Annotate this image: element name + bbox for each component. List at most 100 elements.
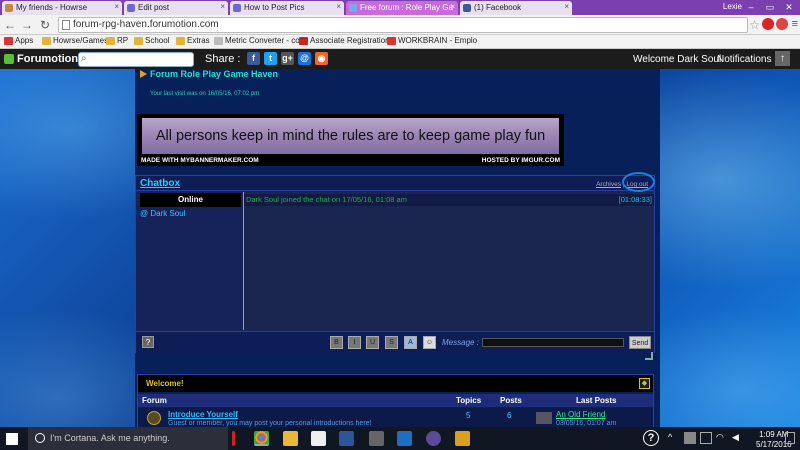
message-input[interactable]: [482, 338, 624, 347]
chevron-up-icon[interactable]: ^: [668, 432, 680, 444]
banner-text: All persons keep in mind the rules are t…: [142, 118, 559, 154]
email-icon[interactable]: @: [298, 52, 311, 65]
highlight-circle: [622, 172, 655, 192]
smiley-icon[interactable]: ☺: [423, 336, 436, 349]
color-button[interactable]: A: [404, 336, 417, 349]
reload-icon[interactable]: ↻: [38, 18, 52, 32]
app-icon[interactable]: [369, 431, 384, 446]
tray-icon[interactable]: [684, 432, 696, 444]
bookmark-apps[interactable]: Apps: [4, 36, 33, 45]
file-explorer-icon[interactable]: [283, 431, 298, 446]
maximize-icon[interactable]: ▭: [761, 0, 779, 14]
forum-link[interactable]: Introduce Yourself: [168, 410, 238, 419]
windows-start-icon[interactable]: [6, 433, 18, 445]
forum-page: Forum Role Play Game Haven Your last vis…: [0, 69, 800, 427]
twitter-icon[interactable]: t: [264, 52, 277, 65]
online-user[interactable]: @ Dark Soul: [140, 209, 185, 218]
cortana-icon: [35, 433, 45, 443]
app-icon[interactable]: [426, 431, 441, 446]
table-header: Forum Topics Posts Last Posts: [138, 394, 653, 407]
bookmark-star-icon[interactable]: ☆: [749, 18, 760, 32]
page-favicon-icon: [127, 4, 135, 12]
close-icon[interactable]: ×: [564, 2, 569, 11]
last-post-date: 03/05/16, 01:07 am: [556, 420, 617, 427]
bold-button[interactable]: B: [330, 336, 343, 349]
bookmark-metric-converter[interactable]: Metric Converter - co: [214, 36, 300, 45]
chatbox: Chatbox Archives | Log out Online @ Dark…: [135, 172, 655, 353]
archives-link[interactable]: Archives: [596, 181, 621, 188]
last-post-link[interactable]: An Old Friend: [556, 410, 605, 419]
underline-button[interactable]: U: [366, 336, 379, 349]
banner-credit-left: MADE WITH MYBANNERMAKER.COM: [141, 157, 259, 164]
wifi-icon[interactable]: ◠: [716, 432, 728, 444]
topics-count: 5: [466, 411, 471, 420]
search-input[interactable]: ⌕: [78, 52, 194, 67]
settings-icon[interactable]: [311, 431, 326, 446]
close-icon[interactable]: ×: [336, 2, 341, 11]
close-icon[interactable]: ×: [114, 2, 119, 11]
task-view-icon[interactable]: [232, 431, 235, 446]
app-icon[interactable]: [397, 431, 412, 446]
bookmark-rp[interactable]: RP: [106, 36, 128, 45]
minimize-icon[interactable]: –: [742, 0, 760, 14]
word-icon[interactable]: [339, 431, 354, 446]
app-icon[interactable]: [455, 431, 470, 446]
battery-icon[interactable]: [700, 432, 712, 444]
scroll-top-icon[interactable]: ↑: [775, 51, 790, 66]
page-icon: [387, 37, 396, 45]
adblock-icon[interactable]: [776, 18, 788, 30]
cortana-search[interactable]: I'm Cortana. Ask me anything.: [28, 427, 228, 450]
bookmark-howrse-games[interactable]: Howrse/Games: [42, 36, 108, 45]
chrome-icon[interactable]: [254, 431, 269, 446]
back-icon[interactable]: ←: [3, 18, 17, 32]
italic-button[interactable]: I: [348, 336, 361, 349]
close-window-icon[interactable]: ✕: [780, 0, 798, 14]
close-icon[interactable]: ×: [450, 2, 455, 11]
facebook-favicon-icon: [463, 4, 471, 12]
close-icon[interactable]: ×: [220, 2, 225, 11]
bookmark-extras[interactable]: Extras: [176, 36, 210, 45]
resize-handle-icon[interactable]: [645, 352, 653, 360]
bookmark-workbrain[interactable]: WORKBRAIN - Emplo: [387, 36, 477, 45]
rss-icon[interactable]: ◉: [315, 52, 328, 65]
forumotion-logo[interactable]: Forumotion: [4, 53, 78, 65]
help-button[interactable]: ?: [142, 336, 154, 348]
tab-edit-post[interactable]: Edit post ×: [124, 1, 228, 15]
googleplus-icon[interactable]: g+: [281, 52, 294, 65]
url-field[interactable]: forum-rpg-haven.forumotion.com: [58, 17, 748, 33]
forumotion-toolbar: Forumotion ⌕ Share : f t g+ @ ◉ Welcome …: [0, 49, 800, 69]
tab-how-to-post-pics[interactable]: How to Post Pics ×: [230, 1, 344, 15]
chatbox-header: Chatbox Archives | Log out: [136, 172, 655, 192]
posts-count: 6: [507, 411, 512, 420]
forum-category: Welcome! ◆ Forum Topics Posts Last Posts…: [137, 374, 654, 427]
send-button[interactable]: Send: [629, 336, 651, 349]
chrome-menu-icon[interactable]: ≡: [792, 18, 798, 30]
col-posts: Posts: [500, 396, 522, 405]
forward-icon[interactable]: →: [20, 18, 34, 32]
chatbox-title[interactable]: Chatbox: [140, 178, 180, 189]
forum-title[interactable]: Forum Role Play Game Haven: [140, 69, 278, 79]
tab-facebook[interactable]: (1) Facebook ×: [460, 1, 572, 15]
extension-icon[interactable]: [762, 18, 774, 30]
profile-name[interactable]: Lexie: [723, 2, 742, 11]
strike-button[interactable]: S: [385, 336, 398, 349]
share-label: Share :: [205, 53, 241, 65]
facebook-icon[interactable]: f: [247, 52, 260, 65]
collapse-icon[interactable]: ◆: [639, 378, 650, 389]
bookmark-associate-registration[interactable]: Associate Registration: [299, 36, 390, 45]
folder-icon: [42, 37, 51, 45]
tab-free-forum[interactable]: Free forum : Role Play Ga ×: [346, 1, 458, 15]
page-favicon-icon: [233, 4, 241, 12]
volume-icon[interactable]: ◀: [732, 432, 744, 444]
welcome-user[interactable]: Welcome Dark Soul: [633, 54, 721, 65]
notifications-link[interactable]: Notifications: [717, 54, 771, 65]
action-center-icon[interactable]: [785, 432, 795, 444]
bookmark-school[interactable]: School: [134, 36, 169, 45]
avatar: [536, 412, 552, 424]
help-icon[interactable]: ?: [643, 430, 659, 446]
category-header: Welcome! ◆: [138, 375, 653, 392]
category-title[interactable]: Welcome!: [146, 379, 184, 388]
message-time: [01:08:33]: [618, 195, 652, 204]
message-label: Message :: [442, 338, 479, 347]
tab-howrse[interactable]: My friends - Howrse ×: [2, 1, 122, 15]
